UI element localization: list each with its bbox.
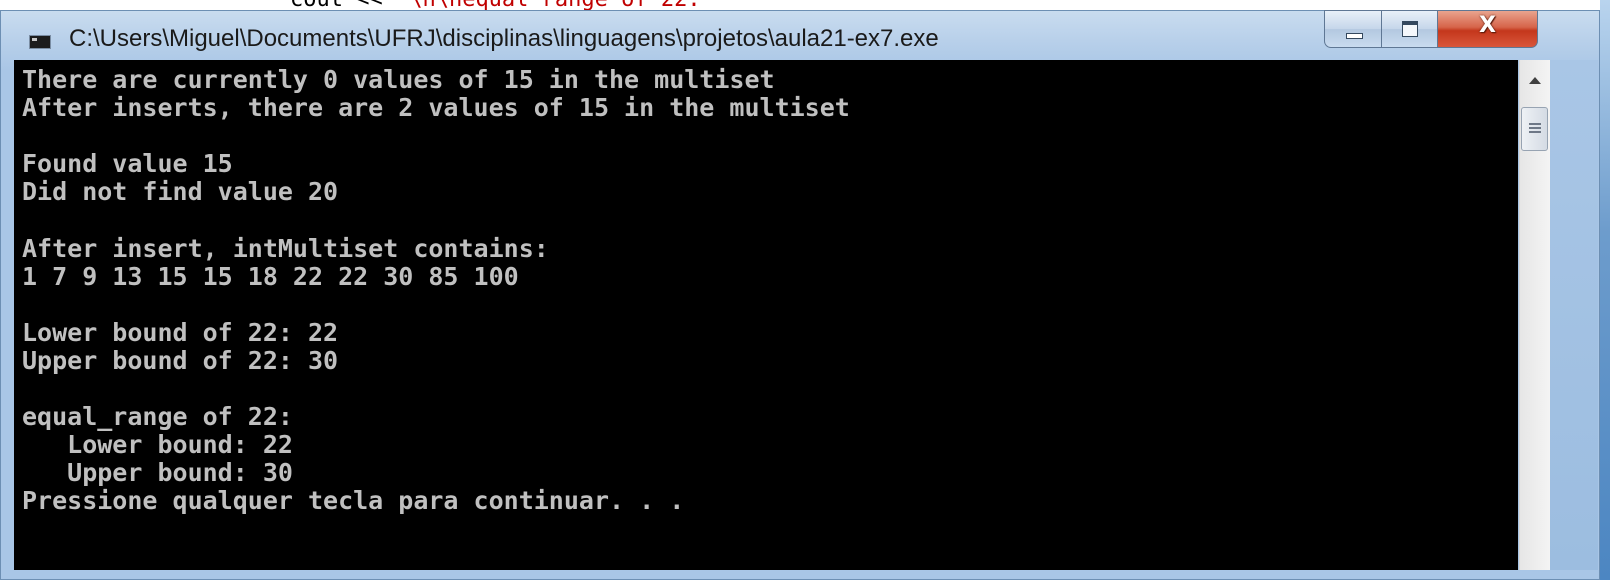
maximize-button[interactable] bbox=[1382, 10, 1438, 48]
arrow-up-icon bbox=[1529, 77, 1541, 84]
caption-buttons: X bbox=[1324, 10, 1568, 52]
console-line: Lower bound of 22: 22 bbox=[22, 317, 339, 347]
grip-icon bbox=[1529, 123, 1541, 134]
console-line: Upper bound of 22: 30 bbox=[22, 345, 339, 375]
console-line: There are currently 0 values of 15 in th… bbox=[22, 65, 775, 94]
console-line: Pressione qualquer tecla para continuar.… bbox=[22, 486, 685, 516]
console-text: There are currently 0 values of 15 in th… bbox=[22, 65, 850, 516]
console-line: equal_range of 22: bbox=[22, 402, 293, 432]
window-frame-right bbox=[1550, 60, 1598, 570]
close-icon: X bbox=[1479, 13, 1496, 38]
console-output-area[interactable]: There are currently 0 values of 15 in th… bbox=[14, 60, 1518, 570]
console-line: Found value 15 bbox=[22, 149, 233, 179]
minimize-icon bbox=[1346, 33, 1363, 39]
console-line: Lower bound: 22 bbox=[22, 430, 293, 460]
console-app-icon[interactable] bbox=[29, 35, 51, 49]
console-line: After insert, intMultiset contains: bbox=[22, 233, 549, 263]
window-title: C:\Users\Miguel\Documents\UFRJ\disciplin… bbox=[69, 25, 939, 52]
vertical-scrollbar[interactable] bbox=[1519, 60, 1550, 570]
console-line: After inserts, there are 2 values of 15 … bbox=[22, 93, 850, 123]
maximize-icon bbox=[1402, 21, 1418, 37]
console-line: 1 7 9 13 15 15 18 22 22 30 85 100 bbox=[22, 261, 519, 291]
scroll-thumb[interactable] bbox=[1521, 107, 1548, 151]
console-line: Upper bound: 30 bbox=[22, 458, 293, 488]
desktop-edge bbox=[1600, 0, 1610, 580]
console-line: Did not find value 20 bbox=[22, 177, 339, 207]
minimize-button[interactable] bbox=[1324, 10, 1382, 48]
scroll-up-button[interactable] bbox=[1521, 62, 1549, 102]
close-button[interactable]: X bbox=[1438, 10, 1538, 48]
